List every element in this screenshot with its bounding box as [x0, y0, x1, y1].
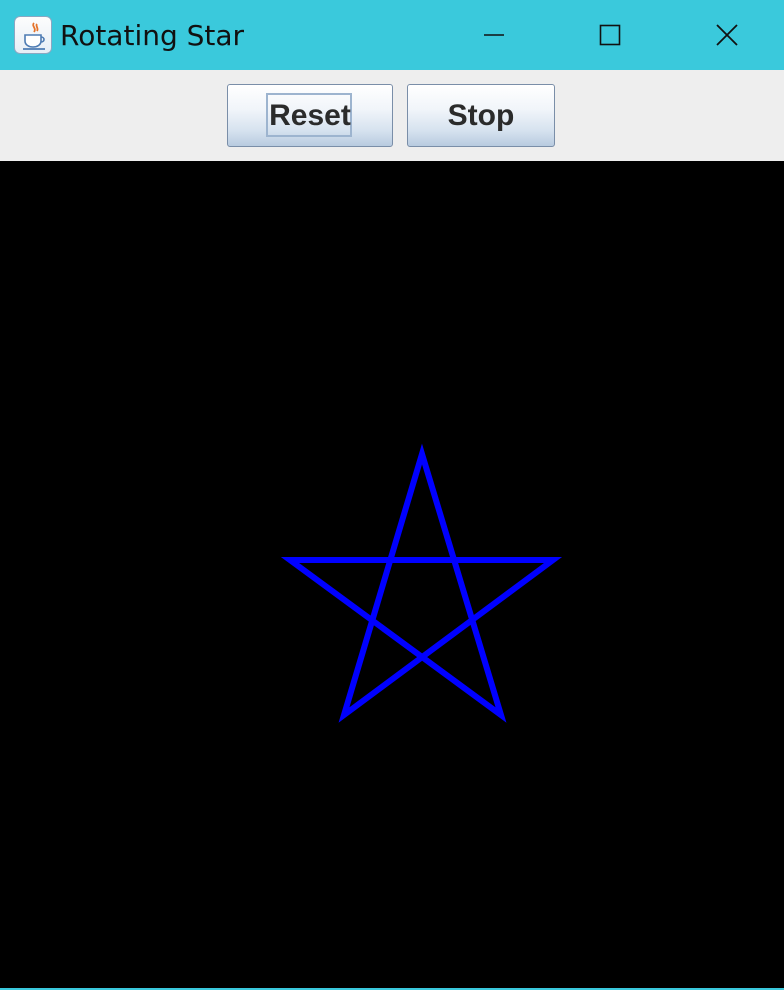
- window-title: Rotating Star: [60, 19, 245, 52]
- star-drawing: [280, 443, 563, 723]
- minimize-icon: [484, 34, 504, 36]
- minimize-button[interactable]: [436, 0, 552, 70]
- reset-button-label: Reset: [269, 98, 351, 132]
- stop-button-label: Stop: [447, 98, 515, 132]
- title-bar[interactable]: Rotating Star: [0, 0, 784, 70]
- reset-button[interactable]: Reset: [227, 84, 393, 147]
- maximize-icon: [599, 24, 621, 46]
- close-button[interactable]: [668, 0, 784, 70]
- java-cup-icon: [14, 16, 52, 54]
- button-panel: Reset Stop: [0, 70, 784, 161]
- app-window: Rotating Star Reset Stop: [0, 0, 784, 990]
- close-icon: [716, 24, 738, 46]
- stop-button[interactable]: Stop: [407, 84, 555, 147]
- drawing-canvas: [0, 161, 784, 988]
- star-shape: [280, 443, 563, 723]
- maximize-button[interactable]: [552, 0, 668, 70]
